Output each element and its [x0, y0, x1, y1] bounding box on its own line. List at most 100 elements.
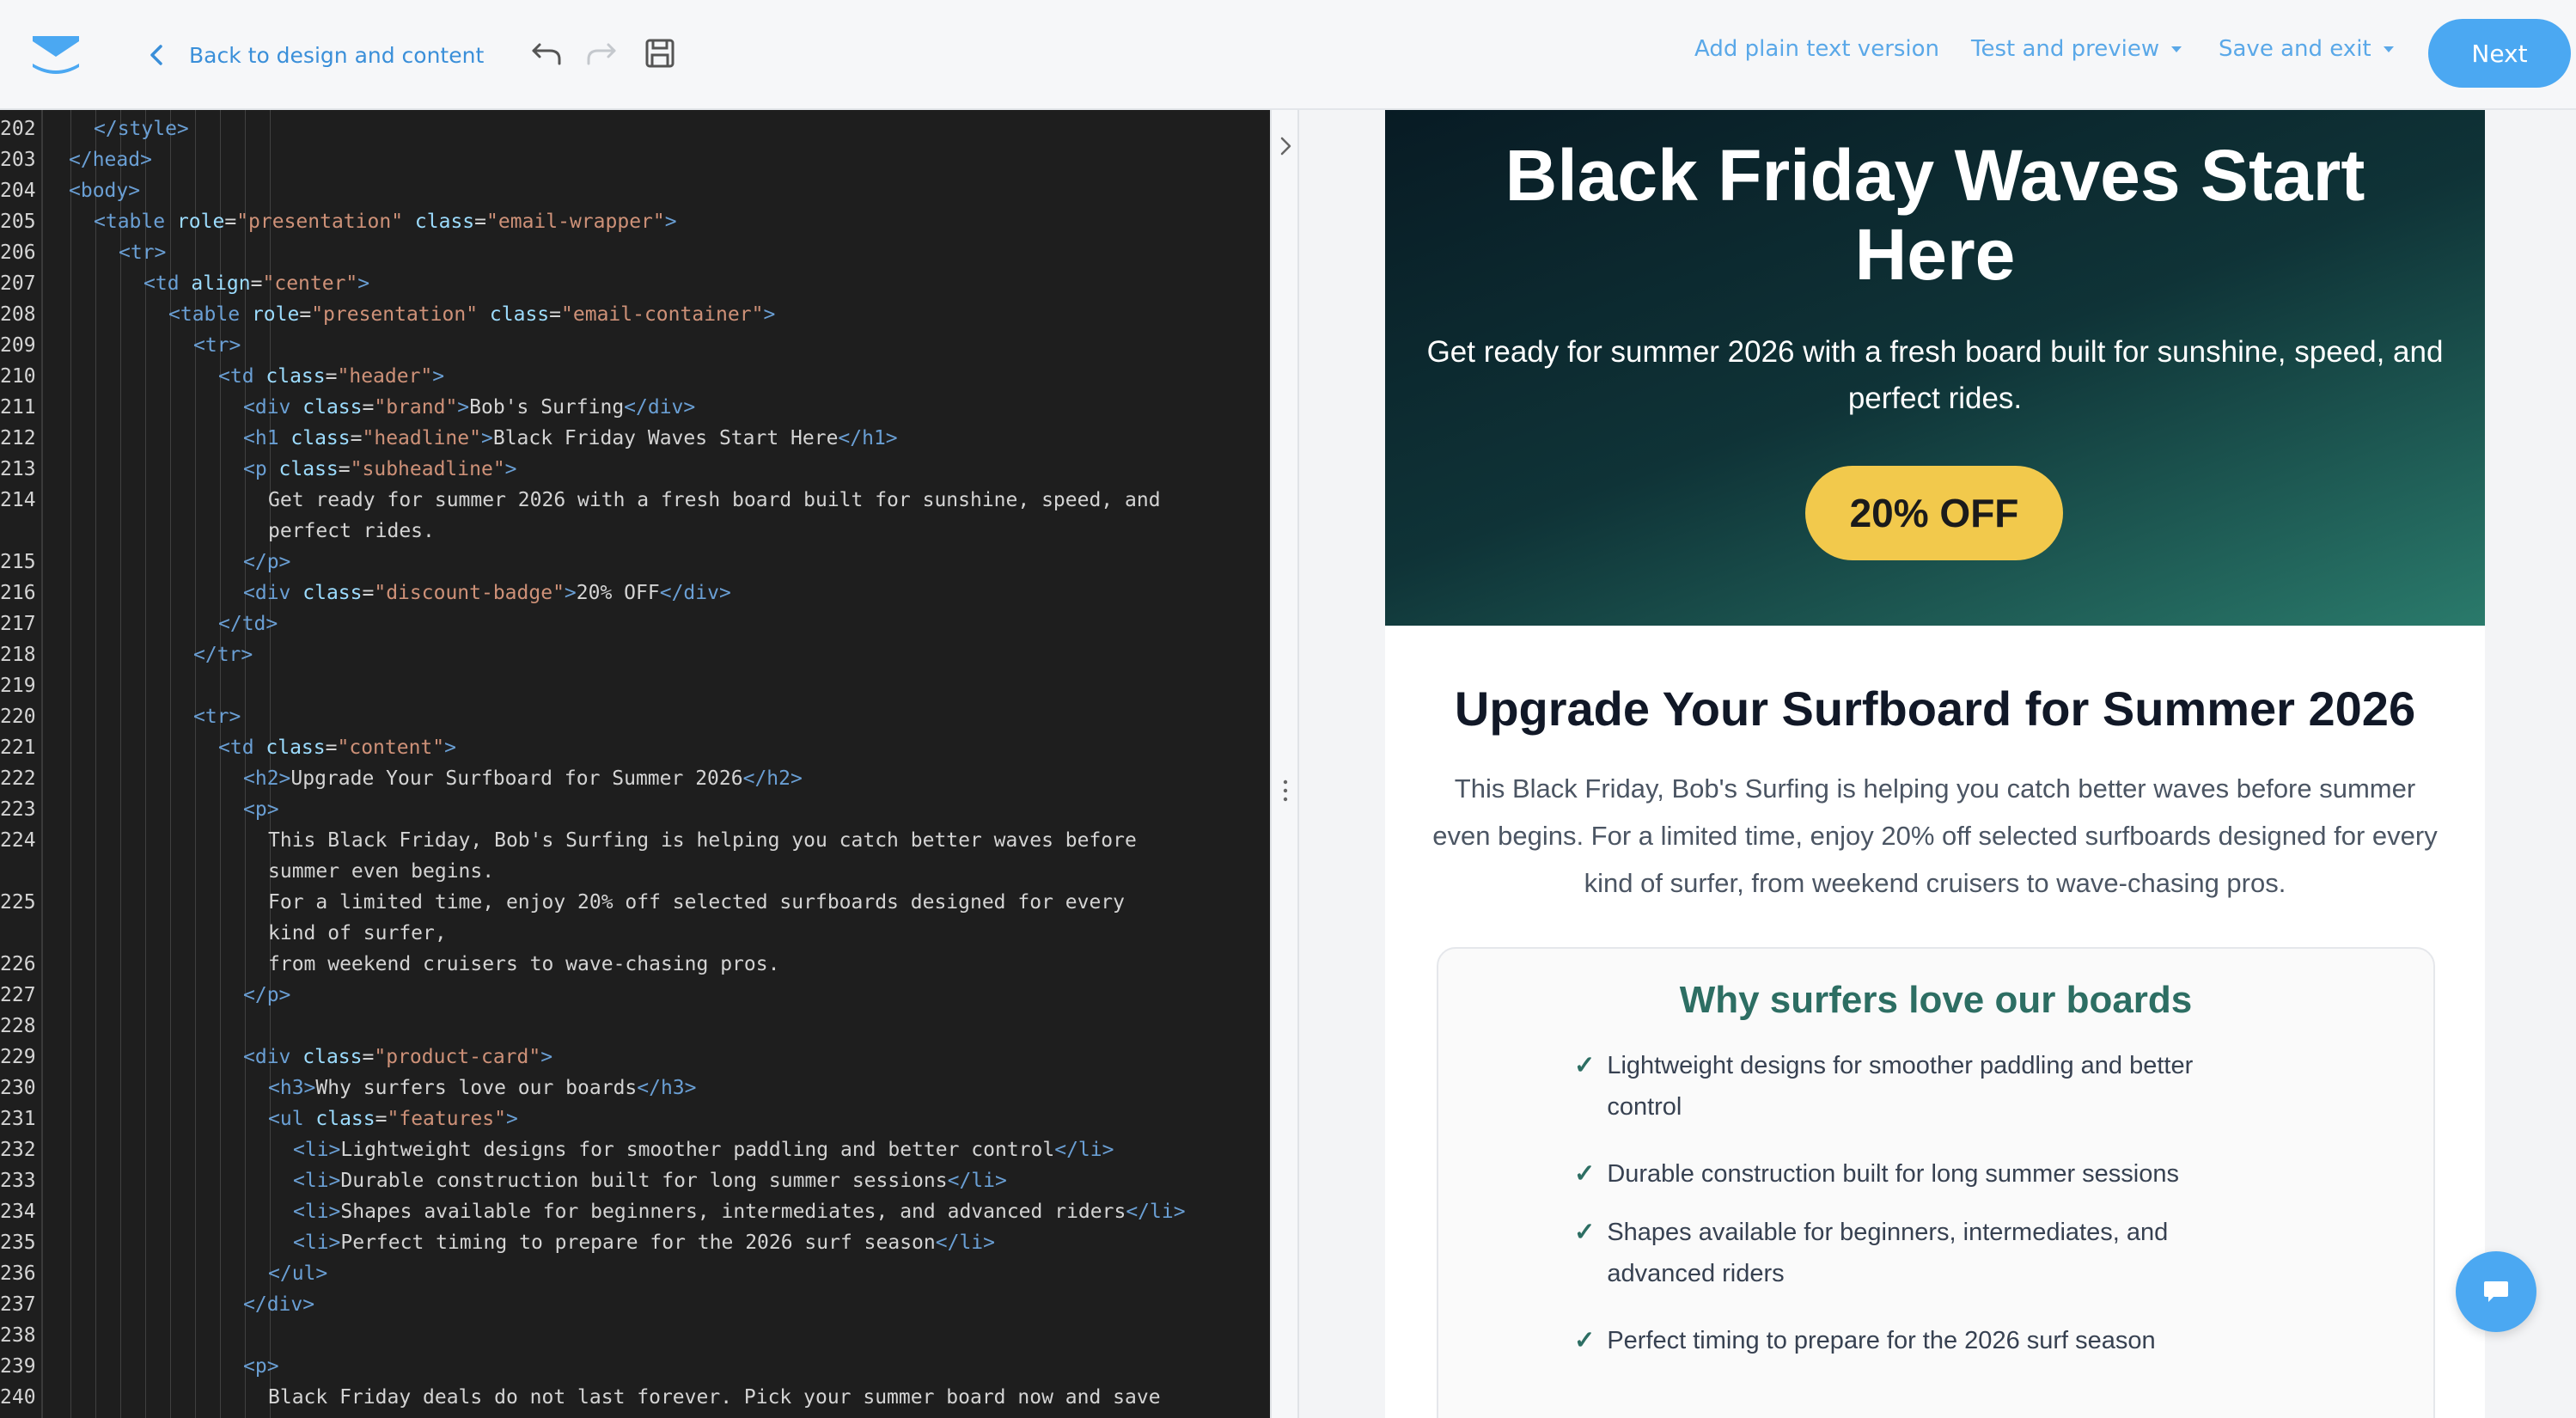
test-and-preview-dropdown[interactable]: Test and preview	[1971, 36, 2182, 62]
html-code-editor[interactable]: 202 </style> 203 </head> 204 <body> 205 <table …	[0, 110, 1270, 1418]
line-number: 227	[0, 984, 36, 1006]
code-token: <td	[143, 272, 192, 295]
code-token: <p>	[243, 1355, 279, 1378]
code-text: summer even begins.	[268, 856, 494, 887]
code-line: 207 <td align="center">	[0, 268, 1270, 299]
drag-handle-icon[interactable]	[1282, 779, 1289, 803]
checkmark-icon: ✓	[1574, 1160, 1596, 1188]
line-number: 225	[0, 891, 36, 914]
code-token: <ul	[268, 1108, 316, 1130]
code-token: </ul>	[268, 1262, 328, 1285]
code-text: Black Friday deals do not last forever. …	[268, 1382, 1161, 1413]
code-line: 219	[0, 670, 1270, 701]
code-token: Bob's Surfing	[469, 396, 625, 419]
code-token: class	[266, 365, 326, 388]
code-text: </p>	[243, 547, 290, 578]
code-token: >	[444, 737, 456, 759]
code-line: 232 <li>Lightweight designs for smoother …	[0, 1134, 1270, 1165]
code-token: Perfect timing to prepare for the 2026 s…	[340, 1232, 936, 1254]
code-text: </head>	[69, 144, 152, 175]
line-number: 212	[0, 427, 36, 449]
code-text: <p>	[243, 794, 279, 825]
code-line: 233 <li>Durable construction built for lo…	[0, 1165, 1270, 1196]
next-button[interactable]: Next	[2428, 19, 2571, 88]
code-text: <tr>	[193, 701, 241, 732]
line-number: 234	[0, 1201, 36, 1223]
code-token: role	[251, 303, 300, 326]
line-number: 228	[0, 1015, 36, 1037]
code-line: 236 </ul>	[0, 1258, 1270, 1289]
code-token: "headline"	[362, 427, 481, 449]
code-line: 220 <tr>	[0, 701, 1270, 732]
code-line: 215 </p>	[0, 547, 1270, 578]
code-text: <td align="center">	[143, 268, 369, 299]
code-token: kind of surfer,	[268, 922, 447, 944]
pane-divider[interactable]	[1270, 110, 1299, 1418]
code-token: Lightweight designs for smoother paddlin…	[340, 1139, 1055, 1161]
code-token: "presentation"	[311, 303, 479, 326]
line-number: 222	[0, 767, 36, 790]
code-text: <li>Perfect timing to prepare for the 20…	[293, 1227, 995, 1258]
line-number: 223	[0, 798, 36, 821]
back-to-design-link[interactable]: Back to design and content	[148, 38, 484, 72]
code-token: <table	[94, 211, 177, 233]
code-line: summer even begins.	[0, 856, 1270, 887]
add-plain-text-label: Add plain text version	[1694, 36, 1940, 62]
line-number: 216	[0, 582, 36, 604]
save-icon[interactable]	[641, 34, 679, 72]
feature-text: Shapes available for beginners, intermed…	[1607, 1219, 2169, 1287]
chat-support-button[interactable]	[2456, 1251, 2536, 1332]
chat-icon	[2484, 1281, 2508, 1302]
line-number: 237	[0, 1293, 36, 1316]
undo-icon[interactable]	[528, 34, 565, 72]
add-plain-text-link[interactable]: Add plain text version	[1694, 36, 1939, 62]
code-line: 221 <td class="content">	[0, 732, 1270, 763]
line-number: 218	[0, 644, 36, 666]
code-token: </div>	[243, 1293, 315, 1316]
code-token: <div	[243, 1046, 303, 1068]
code-token: "product-card"	[374, 1046, 541, 1068]
code-text: <tr>	[193, 330, 241, 361]
code-token: "discount-badge"	[374, 582, 565, 604]
feature-text: Perfect timing to prepare for the 2026 s…	[1607, 1327, 2156, 1354]
code-line: 225 For a limited time, enjoy 20% off sel…	[0, 887, 1270, 918]
code-token: =	[338, 458, 351, 480]
redo-icon[interactable]	[583, 34, 620, 72]
feature-item: ✓ Perfect timing to prepare for the 2026…	[1574, 1320, 2262, 1361]
chevron-right-icon[interactable]	[1279, 136, 1292, 156]
content-heading: Upgrade Your Surfboard for Summer 2026	[1454, 681, 2416, 736]
code-text: </style>	[94, 113, 189, 144]
code-text: <body>	[69, 175, 140, 206]
code-token: "content"	[337, 737, 445, 759]
code-token: >	[357, 272, 370, 295]
code-line: 223 <p>	[0, 794, 1270, 825]
code-line: 224 This Black Friday, Bob's Surfing is h…	[0, 825, 1270, 856]
code-line: 213 <p class="subheadline">	[0, 454, 1270, 485]
code-token: <h3>	[268, 1077, 316, 1099]
code-token: =	[362, 582, 375, 604]
code-token: </li>	[1126, 1201, 1186, 1223]
email-subheadline: Get ready for summer 2026 with a fresh b…	[1426, 335, 2444, 415]
line-number: 214	[0, 489, 36, 511]
code-line: 211 <div class="brand">Bob's Surfing</div…	[0, 392, 1270, 423]
code-token: class	[302, 582, 363, 604]
code-line: 231 <ul class="features">	[0, 1103, 1270, 1134]
code-line: 216 <div class="discount-badge">20% OFF</…	[0, 578, 1270, 608]
code-line: perfect rides.	[0, 516, 1270, 547]
code-line: kind of surfer,	[0, 918, 1270, 949]
code-line: 205 <table role="presentation" class="ema…	[0, 206, 1270, 237]
code-token: =	[474, 211, 487, 233]
code-token: </h2>	[742, 767, 803, 790]
code-line: 234 <li>Shapes available for beginners, i…	[0, 1196, 1270, 1227]
save-and-exit-dropdown[interactable]: Save and exit	[2219, 36, 2394, 62]
envelope-logo-icon[interactable]	[29, 33, 82, 74]
code-token: </li>	[935, 1232, 995, 1254]
code-text: <ul class="features">	[268, 1103, 518, 1134]
code-text: </td>	[218, 608, 278, 639]
code-token: >	[564, 582, 577, 604]
test-and-preview-label: Test and preview	[1971, 36, 2160, 62]
email-headline: Black Friday Waves Start Here	[1505, 135, 2365, 295]
feature-text: Lightweight designs for smoother paddlin…	[1607, 1052, 2194, 1121]
code-token: For a limited time, enjoy 20% off select…	[268, 891, 1125, 914]
